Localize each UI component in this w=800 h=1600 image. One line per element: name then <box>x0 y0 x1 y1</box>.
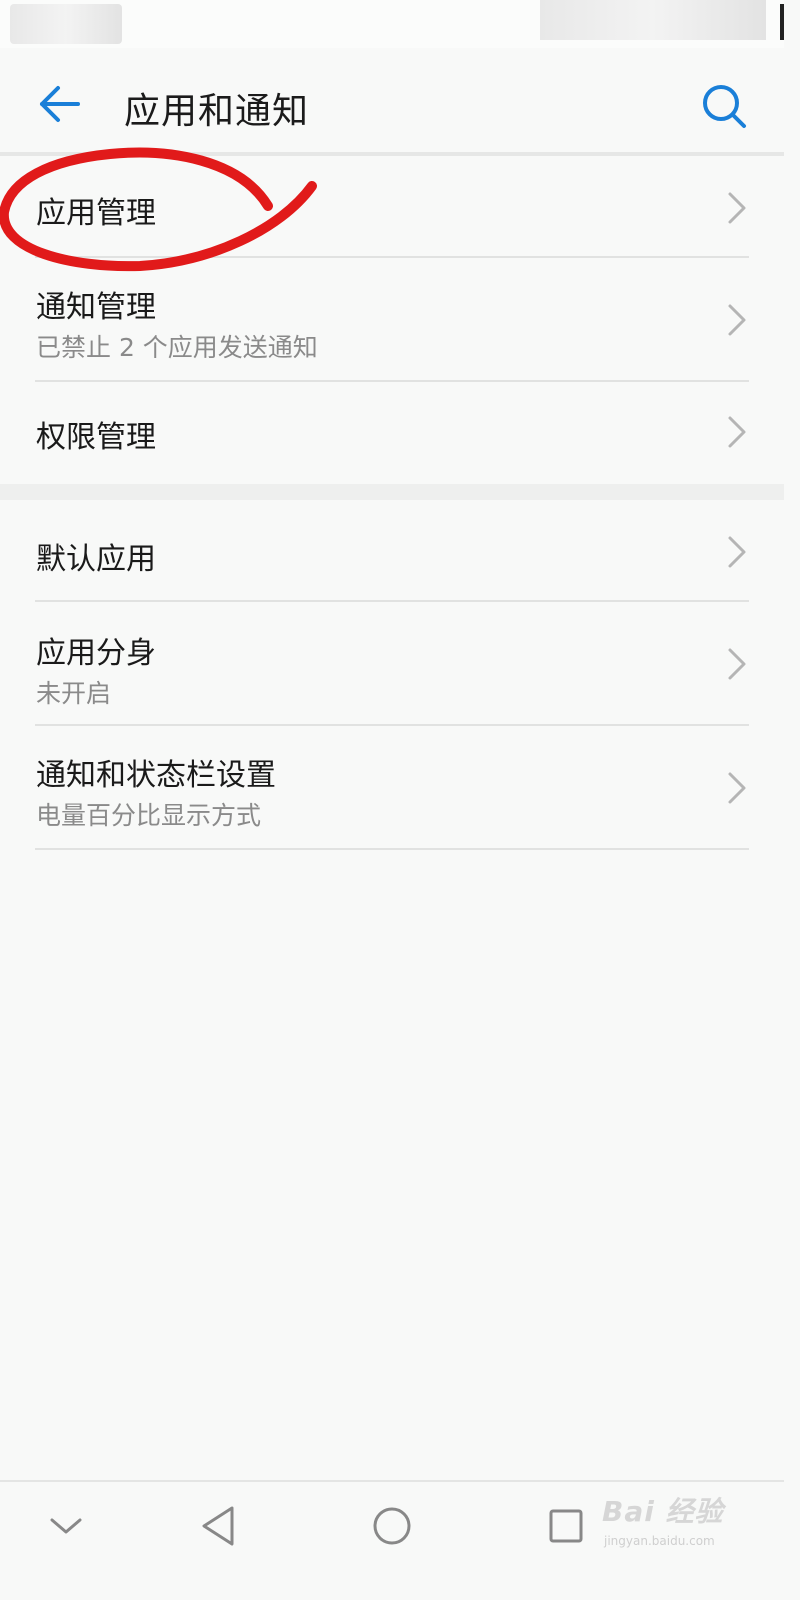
nav-back-button[interactable] <box>190 1500 246 1552</box>
row-subtitle: 已禁止 2 个应用发送通知 <box>36 333 318 362</box>
row-divider <box>35 848 749 850</box>
chevron-right-icon <box>728 416 746 448</box>
row-permission-management[interactable]: 权限管理 <box>0 382 784 484</box>
row-label: 通知和状态栏设置 <box>36 758 276 793</box>
chevron-right-icon <box>728 536 746 568</box>
row-default-apps[interactable]: 默认应用 <box>0 500 784 600</box>
row-subtitle: 未开启 <box>36 679 112 708</box>
app-header: 应用和通知 <box>0 48 784 152</box>
settings-group-2: 默认应用 应用分身 未开启 通知和状态栏设置 电量百分比显示方式 <box>0 500 784 850</box>
chevron-right-icon <box>728 192 746 224</box>
arrow-left-icon <box>40 86 80 122</box>
row-label: 默认应用 <box>36 542 156 577</box>
chevron-right-icon <box>728 648 746 680</box>
row-notification-management[interactable]: 通知管理 已禁止 2 个应用发送通知 <box>0 258 784 380</box>
status-bar-blurred-right <box>540 0 766 40</box>
recents-square-icon <box>549 1509 583 1543</box>
back-button[interactable] <box>32 80 88 128</box>
settings-group-1: 应用管理 通知管理 已禁止 2 个应用发送通知 权限管理 <box>0 156 784 484</box>
row-subtitle: 电量百分比显示方式 <box>36 801 262 830</box>
home-circle-icon <box>373 1507 411 1545</box>
row-label: 应用分身 <box>36 636 156 671</box>
page-title: 应用和通知 <box>124 91 310 132</box>
row-app-twin[interactable]: 应用分身 未开启 <box>0 602 784 724</box>
search-icon <box>703 85 746 128</box>
search-button[interactable] <box>696 78 752 134</box>
nav-hide-button[interactable] <box>38 1500 94 1552</box>
row-notification-statusbar-settings[interactable]: 通知和状态栏设置 电量百分比显示方式 <box>0 726 784 848</box>
group-separator <box>0 484 784 500</box>
back-triangle-icon <box>202 1506 234 1546</box>
chevron-right-icon <box>728 304 746 336</box>
status-bar <box>0 0 784 48</box>
chevron-down-icon <box>50 1518 82 1534</box>
row-label: 应用管理 <box>36 196 156 231</box>
system-nav-bar <box>0 1480 784 1570</box>
row-app-management[interactable]: 应用管理 <box>0 156 784 256</box>
nav-recents-button[interactable] <box>538 1500 594 1552</box>
status-bar-blurred-left <box>10 4 122 44</box>
chevron-right-icon <box>728 772 746 804</box>
status-bar-edge <box>780 4 784 40</box>
nav-home-button[interactable] <box>364 1500 420 1552</box>
row-label: 权限管理 <box>36 420 156 455</box>
row-label: 通知管理 <box>36 290 156 325</box>
